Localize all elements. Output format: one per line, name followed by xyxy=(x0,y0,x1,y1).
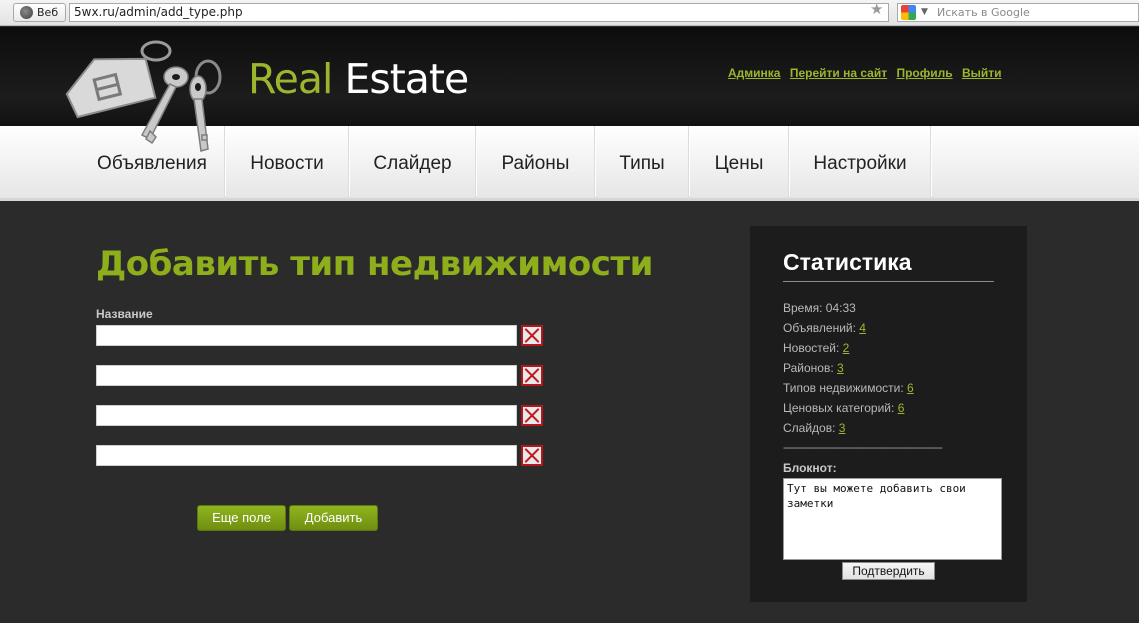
delete-field-4-icon[interactable] xyxy=(521,445,543,466)
stats-divider xyxy=(783,281,994,282)
stat-prices-link[interactable]: 6 xyxy=(898,401,905,415)
link-profile[interactable]: Профиль xyxy=(896,66,952,80)
link-logout[interactable]: Выйти xyxy=(962,66,1002,80)
brand-word-estate: Estate xyxy=(344,55,469,103)
keys-logo-icon xyxy=(65,40,222,152)
site-brand[interactable]: Real Estate xyxy=(248,55,469,103)
google-icon[interactable] xyxy=(901,5,916,20)
search-placeholder: Искать в Google xyxy=(937,6,1030,19)
name-input-1[interactable] xyxy=(96,325,517,346)
delete-field-1-icon[interactable] xyxy=(521,325,543,346)
stats-title: Статистика xyxy=(783,249,912,275)
brand-word-real: Real xyxy=(248,55,333,103)
stat-slides-link[interactable]: 3 xyxy=(839,421,846,435)
name-input-3[interactable] xyxy=(96,405,517,426)
address-bar[interactable]: 5wx.ru/admin/add_type.php xyxy=(69,3,889,22)
delete-field-3-icon[interactable] xyxy=(521,405,543,426)
stat-slides-label: Слайдов: xyxy=(783,421,839,435)
notepad-textarea[interactable]: Тут вы можете добавить свои заметки xyxy=(783,478,1002,560)
stat-ads-link[interactable]: 4 xyxy=(859,321,866,335)
nav-item-slider[interactable]: Слайдер xyxy=(350,126,477,201)
web-button-label: Веб xyxy=(37,6,59,19)
browser-toolbar: Веб 5wx.ru/admin/add_type.php ★ ▼ Искать… xyxy=(0,0,1139,26)
stats-panel: Статистика Время: 04:33 Объявлений: 4 Но… xyxy=(750,226,1027,602)
address-url: 5wx.ru/admin/add_type.php xyxy=(74,5,243,19)
link-admin[interactable]: Админка xyxy=(728,66,780,80)
submit-button[interactable]: Добавить xyxy=(289,505,378,531)
name-input-4[interactable] xyxy=(96,445,517,466)
confirm-button[interactable]: Подтвердить xyxy=(842,562,935,580)
notepad-label: Блокнот: xyxy=(783,461,837,475)
link-go-to-site[interactable]: Перейти на сайт xyxy=(790,66,887,80)
globe-icon xyxy=(20,6,33,19)
site-header: Real Estate Админка Перейти на сайт Проф… xyxy=(0,27,1139,152)
nav-item-districts[interactable]: Районы xyxy=(477,126,596,201)
stat-districts: Районов: 3 xyxy=(783,361,844,375)
stat-types: Типов недвижимости: 6 xyxy=(783,381,914,395)
stat-prices: Ценовых категорий: 6 xyxy=(783,401,904,415)
name-input-2[interactable] xyxy=(96,365,517,386)
stat-time: Время: 04:33 xyxy=(783,301,856,315)
stat-news: Новостей: 2 xyxy=(783,341,849,355)
stat-types-label: Типов недвижимости: xyxy=(783,381,908,395)
stat-types-link[interactable]: 6 xyxy=(907,381,914,395)
add-field-button[interactable]: Еще поле xyxy=(197,505,286,531)
name-field-label: Название xyxy=(96,307,153,321)
stat-slides: Слайдов: 3 xyxy=(783,421,845,435)
nav-item-types[interactable]: Типы xyxy=(596,126,690,201)
nav-item-settings[interactable]: Настройки xyxy=(790,126,932,201)
bookmark-star-icon[interactable]: ★ xyxy=(870,2,883,17)
stat-districts-link[interactable]: 3 xyxy=(837,361,844,375)
stat-ads: Объявлений: 4 xyxy=(783,321,866,335)
stat-news-label: Новостей: xyxy=(783,341,843,355)
stat-time-value: 04:33 xyxy=(825,301,856,315)
chevron-down-icon[interactable]: ▼ xyxy=(921,4,928,21)
nav-item-news[interactable]: Новости xyxy=(226,126,350,201)
search-input[interactable]: ▼ Искать в Google xyxy=(897,3,1139,22)
stat-news-link[interactable]: 2 xyxy=(843,341,850,355)
nav-item-prices[interactable]: Цены xyxy=(690,126,790,201)
stats-separator: ----------------------------------------… xyxy=(783,440,943,454)
delete-field-2-icon[interactable] xyxy=(521,365,543,386)
page-title: Добавить тип недвижимости xyxy=(96,244,653,284)
stat-districts-label: Районов: xyxy=(783,361,837,375)
stat-prices-label: Ценовых категорий: xyxy=(783,401,898,415)
top-links: Админка Перейти на сайт Профиль Выйти xyxy=(728,66,1008,80)
stat-ads-label: Объявлений: xyxy=(783,321,860,335)
web-button[interactable]: Веб xyxy=(13,3,66,22)
stat-time-label: Время: xyxy=(783,301,826,315)
